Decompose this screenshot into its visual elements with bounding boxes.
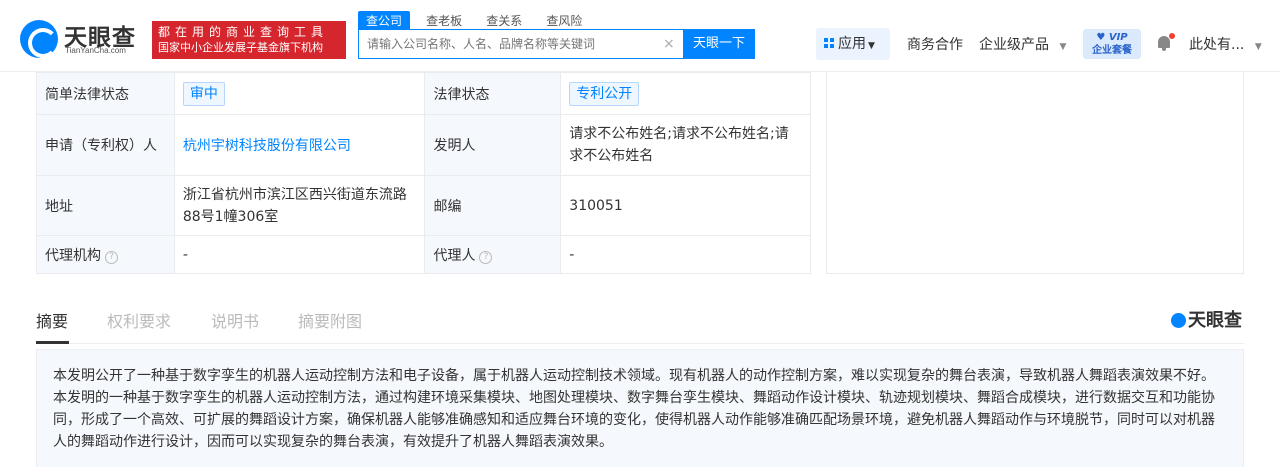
search-tab-company[interactable]: 查公司	[358, 11, 411, 31]
nav-enterprise[interactable]: 企业级产品 ▼	[979, 34, 1066, 54]
patent-detail-table: 简单法律状态 审中 法律状态 专利公开 申请（专利权）人 杭州宇树科技股份有限公…	[36, 72, 811, 274]
bell-icon[interactable]	[1156, 33, 1175, 52]
search-tab-boss[interactable]: 查老板	[418, 11, 470, 31]
user-name: 此处有...	[1189, 37, 1245, 53]
label-address: 地址	[36, 175, 175, 236]
help-icon[interactable]: ?	[479, 250, 493, 264]
slogan-line2: 国家中小企业发展子基金旗下机构	[158, 41, 323, 54]
site-logo[interactable]: 天眼查 TianYanCha.com	[20, 16, 148, 60]
applicant-link[interactable]: 杭州宇树科技股份有限公司	[183, 138, 351, 154]
search-tab-risk[interactable]: 查风险	[538, 11, 590, 31]
label-postcode: 邮编	[424, 175, 562, 236]
value-postcode: 310051	[560, 175, 811, 236]
tab-abstract-figure[interactable]: 摘要附图	[298, 308, 362, 332]
apps-menu[interactable]: 应用 ▼	[816, 28, 890, 60]
label-agent: 代理人	[433, 247, 476, 264]
chevron-down-icon: ▼	[868, 41, 875, 51]
help-icon[interactable]: ?	[105, 250, 118, 264]
status-badge: 审中	[182, 81, 225, 106]
grid-icon	[824, 38, 835, 49]
label-agency-cell: 代理机构?	[36, 235, 175, 274]
vip-subtitle: 企业套餐	[1092, 45, 1132, 56]
chevron-down-icon: ▼	[1254, 42, 1262, 52]
side-panel	[826, 72, 1244, 274]
slogan-banner: 都在用的商业查询工具 国家中小企业发展子基金旗下机构	[152, 21, 346, 59]
label-agent-cell: 代理人?	[424, 235, 562, 274]
status-badge: 专利公开	[569, 81, 640, 106]
user-menu[interactable]: 此处有... ▼	[1189, 34, 1262, 54]
table-row: 代理机构? - 代理人? -	[36, 235, 811, 274]
slogan-line1: 都在用的商业查询工具	[158, 25, 329, 39]
value-simple-legal-status: 审中	[173, 72, 426, 115]
table-row: 申请（专利权）人 杭州宇树科技股份有限公司 发明人 请求不公布姓名;请求不公布姓…	[36, 114, 811, 176]
value-inventor: 请求不公布姓名;请求不公布姓名;请求不公布姓名	[560, 114, 811, 176]
search-input[interactable]	[359, 30, 679, 58]
label-simple-legal-status: 简单法律状态	[36, 72, 175, 115]
top-header: 天眼查 TianYanCha.com 都在用的商业查询工具 国家中小企业发展子基…	[0, 0, 1280, 72]
nav-enterprise-label: 企业级产品	[979, 37, 1049, 53]
tab-claims[interactable]: 权利要求	[107, 308, 171, 332]
search-type-tabs: 查公司 查老板 查关系 查风险	[358, 10, 593, 31]
tab-specification[interactable]: 说明书	[211, 308, 259, 332]
logo-icon	[1171, 313, 1186, 328]
watermark-logo: 天眼查	[1171, 306, 1242, 332]
value-legal-status: 专利公开	[560, 72, 811, 115]
clear-icon[interactable]: ×	[663, 36, 675, 52]
nav-business[interactable]: 商务合作	[907, 34, 963, 54]
content-tabs: 摘要 权利要求 说明书 摘要附图 天眼查	[36, 296, 1244, 344]
table-row: 简单法律状态 审中 法律状态 专利公开	[36, 72, 811, 115]
notification-dot	[1169, 33, 1175, 39]
logo-icon	[20, 20, 58, 58]
chevron-down-icon: ▼	[1059, 42, 1067, 52]
search-box: × 天眼一下	[358, 29, 755, 59]
vip-package-button[interactable]: ♥ VIP 企业套餐	[1083, 29, 1141, 59]
search-tab-relation[interactable]: 查关系	[478, 11, 530, 31]
vip-label: VIP	[1108, 32, 1128, 43]
page: 天眼查 TianYanCha.com 都在用的商业查询工具 国家中小企业发展子基…	[0, 0, 1280, 467]
value-agency: -	[173, 235, 426, 274]
label-applicant: 申请（专利权）人	[36, 114, 175, 176]
label-agency: 代理机构	[45, 247, 101, 264]
active-tab-indicator	[36, 341, 69, 344]
search-button[interactable]: 天眼一下	[683, 29, 755, 59]
label-inventor: 发明人	[424, 114, 562, 176]
vip-diamond-icon: ♥ VIP	[1096, 32, 1128, 43]
watermark-text: 天眼查	[1188, 310, 1242, 331]
logo-domain: TianYanCha.com	[65, 46, 126, 55]
value-agent: -	[560, 235, 811, 274]
apps-menu-label: 应用	[838, 36, 866, 52]
tab-abstract[interactable]: 摘要	[36, 308, 68, 332]
value-applicant: 杭州宇树科技股份有限公司	[173, 114, 426, 176]
label-legal-status: 法律状态	[424, 72, 562, 115]
table-row: 地址 浙江省杭州市滨江区西兴街道东流路88号1幢306室 邮编 310051	[36, 175, 811, 236]
abstract-text: 本发明公开了一种基于数字孪生的机器人运动控制方法和电子设备，属于机器人运动控制技…	[36, 349, 1244, 467]
value-address: 浙江省杭州市滨江区西兴街道东流路88号1幢306室	[173, 175, 426, 236]
